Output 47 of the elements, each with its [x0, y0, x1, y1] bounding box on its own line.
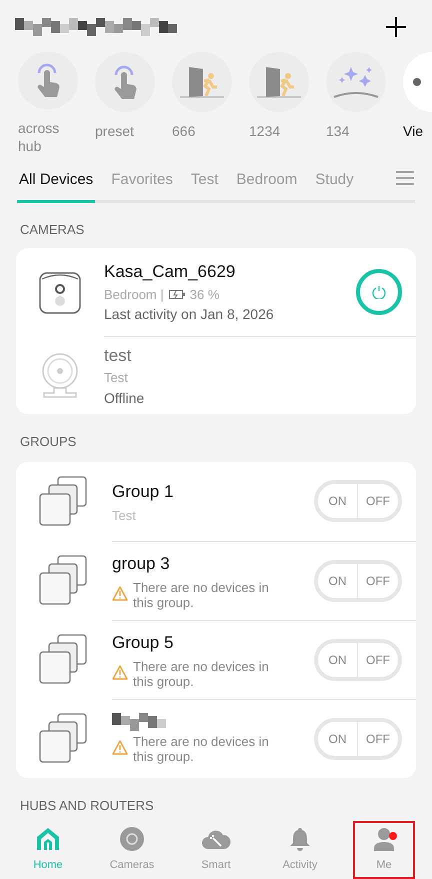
on-option[interactable]: ON	[318, 562, 358, 598]
group-row[interactable]: There are no devices in this group. ON OFF	[16, 698, 416, 778]
room-tab[interactable]: All Devices	[17, 165, 96, 202]
camera-room: Test	[104, 369, 128, 387]
battery-level: 36 %	[190, 286, 220, 304]
room-tab[interactable]: Test	[188, 165, 220, 202]
camera-room: Bedroom |	[104, 286, 164, 304]
group-row[interactable]: Group 5 There are no devices in this group. ON OFF	[16, 620, 416, 698]
scene-label: preset	[95, 122, 135, 140]
nav-tab[interactable]: Smart	[185, 821, 247, 879]
nav-tab[interactable]: Home	[17, 821, 79, 879]
warning-message: There are no devices in this group.	[133, 580, 270, 610]
scene-label: 1234	[249, 122, 282, 140]
camera-row[interactable]: Kasa_Cam_6629 Bedroom | 36 % Last activity on Jan 8, 2026	[16, 248, 416, 336]
on-option[interactable]: ON	[318, 642, 358, 678]
room-tab[interactable]: Study	[313, 165, 356, 202]
scene-label: Vie	[403, 122, 424, 140]
camera-name: test	[104, 344, 132, 366]
section-heading: HUBS AND ROUTERS	[19, 796, 155, 814]
nav-tab[interactable]: Cameras	[101, 821, 163, 879]
on-option[interactable]: ON	[318, 720, 358, 756]
room-tab[interactable]: Favorites	[109, 165, 175, 202]
off-option[interactable]: OFF	[358, 492, 398, 510]
group-name: Group 5	[112, 632, 174, 654]
scene-label: 134	[326, 122, 350, 140]
scene-label: 666	[172, 122, 196, 140]
camera-row[interactable]: test Test Offline	[16, 336, 416, 414]
group-name: group 3	[112, 553, 171, 576]
on-option[interactable]: ON	[318, 483, 358, 519]
group-row[interactable]: group 3 There are no devices in this group. ON OFF	[16, 540, 416, 620]
off-option[interactable]: OFF	[358, 650, 398, 668]
nav-tab[interactable]: Activity	[269, 821, 331, 879]
off-option[interactable]: OFF	[358, 572, 398, 590]
nav-tab[interactable]: Me	[353, 821, 415, 879]
group-name: Group 1	[112, 481, 174, 504]
section-heading: GROUPS	[19, 433, 78, 451]
warning-message: There are no devices in this group.	[133, 734, 270, 764]
camera-status: Offline	[104, 388, 146, 408]
off-option[interactable]: OFF	[358, 730, 398, 748]
camera-status: Last activity on Jan 8, 2026	[104, 305, 275, 324]
scene-label: across hub	[18, 119, 60, 155]
room-tab[interactable]: Bedroom	[234, 165, 300, 202]
section-heading: CAMERAS	[19, 220, 86, 238]
group-room: Test	[112, 508, 136, 523]
warning-message: There are no devices in this group.	[133, 658, 270, 689]
group-row[interactable]: Group 1 Test ON OFF	[16, 462, 416, 540]
camera-name: Kasa_Cam_6629	[104, 261, 236, 283]
